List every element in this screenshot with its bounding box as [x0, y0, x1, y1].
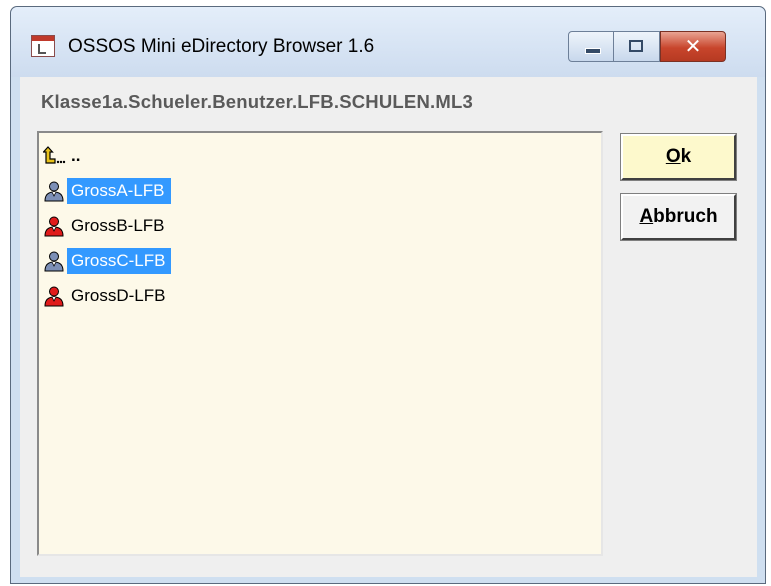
list-item-label: GrossA-LFB	[67, 177, 171, 204]
close-button[interactable]: ✕	[660, 31, 726, 62]
user-icon	[44, 181, 64, 201]
ok-mnemonic: O	[665, 146, 681, 167]
app-icon[interactable]	[31, 35, 55, 57]
list-item-grossd[interactable]: GrossD-LFB	[43, 280, 171, 311]
list-item-label: GrossB-LFB	[71, 215, 165, 235]
minimize-button[interactable]	[568, 31, 614, 62]
list-item-parent[interactable]: ..	[43, 140, 86, 171]
window-title: OSSOS Mini eDirectory Browser 1.6	[68, 36, 375, 57]
close-icon: ✕	[684, 34, 702, 58]
maximize-button[interactable]	[614, 31, 660, 62]
list-item-label: GrossD-LFB	[71, 285, 166, 305]
list-item-label: GrossC-LFB	[67, 247, 172, 274]
minimize-icon	[585, 48, 601, 54]
dialog-window: OSSOS Mini eDirectory Browser 1.6 ✕ Klas…	[10, 6, 766, 584]
list-item-grossc[interactable]: GrossC-LFB	[43, 245, 172, 276]
current-path-label: Klasse1a.Schueler.Benutzer.LFB.SCHULEN.M…	[41, 91, 473, 112]
cancel-label: bbruch	[653, 206, 718, 227]
user-icon	[44, 251, 64, 271]
list-item-grossb[interactable]: GrossB-LFB	[43, 210, 171, 241]
maximize-icon	[629, 40, 643, 52]
list-item-grossa[interactable]: GrossA-LFB	[43, 175, 171, 206]
user-icon	[44, 286, 64, 306]
up-arrow-icon	[43, 145, 71, 166]
directory-listbox[interactable]: .. GrossA-LFB GrossB-LFB GrossC-LFB Gros…	[37, 131, 603, 556]
ok-label: k	[680, 146, 692, 167]
title-bar[interactable]: OSSOS Mini eDirectory Browser 1.6 ✕	[11, 7, 765, 77]
user-icon	[44, 216, 64, 236]
dialog-client-area: Klasse1a.Schueler.Benutzer.LFB.SCHULEN.M…	[20, 77, 757, 577]
list-item-label: ..	[71, 145, 81, 165]
ok-button[interactable]: Ok	[620, 133, 737, 181]
cancel-mnemonic: A	[639, 206, 654, 227]
cancel-button[interactable]: Abbruch	[620, 193, 737, 241]
